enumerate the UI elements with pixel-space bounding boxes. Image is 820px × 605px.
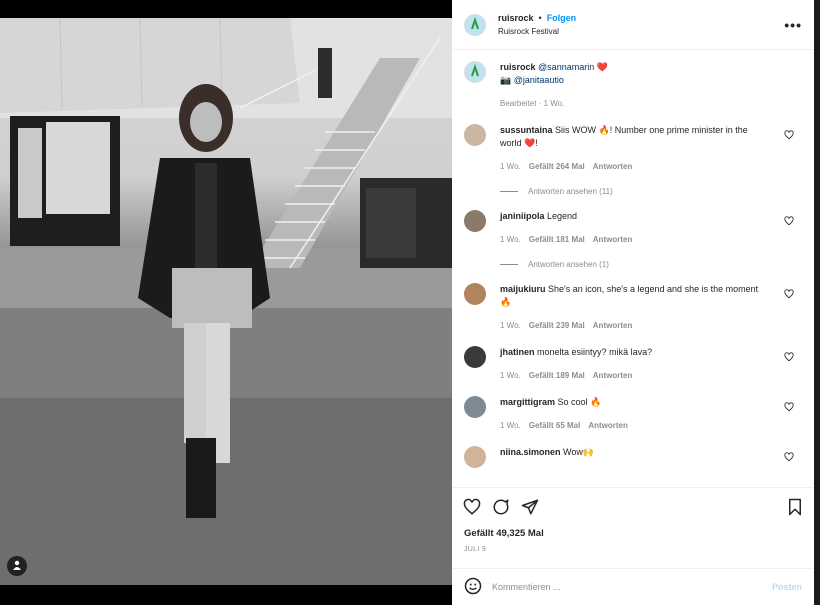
camera-emoji: 📷	[500, 75, 512, 85]
comment-time[interactable]: 1 Wo.	[500, 419, 521, 432]
comment-likes[interactable]: Gefällt 65 Mal	[529, 419, 581, 432]
username-link[interactable]: ruisrock	[498, 11, 534, 25]
bookmark-icon[interactable]	[787, 498, 803, 518]
caption: ruisrock @sannamarin ❤️ 📷 @janitaautio B…	[464, 61, 802, 110]
comment-username[interactable]: margittigram	[500, 397, 555, 407]
post-button[interactable]: Posten	[772, 582, 802, 592]
comments-list[interactable]: ruisrock @sannamarin ❤️ 📷 @janitaautio B…	[452, 51, 814, 487]
avatar[interactable]	[464, 446, 486, 468]
comment-likes[interactable]: Gefällt 239 Mal	[529, 319, 585, 332]
list-item: sussuntaina Siis WOW 🔥! Number one prime…	[464, 124, 802, 173]
reply-button[interactable]: Antworten	[593, 319, 633, 332]
comment-likes[interactable]: Gefällt 264 Mal	[529, 160, 585, 173]
comment-likes[interactable]: Gefällt 181 Mal	[529, 233, 585, 246]
user-tag-icon	[12, 560, 22, 572]
view-replies-button[interactable]: Antworten ansehen (1)	[500, 260, 802, 269]
comment-username[interactable]: janiniipola	[500, 211, 545, 221]
list-item: jhatinen monelta esiintyy? mikä lava? 1 …	[464, 346, 802, 382]
list-item: margittigram So cool 🔥 1 Wo. Gefällt 65 …	[464, 396, 802, 432]
post-date: JULI 9	[464, 546, 487, 553]
reply-button[interactable]: Antworten	[593, 160, 633, 173]
avatar[interactable]	[464, 396, 486, 418]
view-replies-label: Antworten ansehen (1)	[528, 260, 609, 269]
comment-username[interactable]: maijukiuru	[500, 284, 546, 294]
avatar[interactable]	[464, 210, 486, 232]
list-item: janiniipola Legend 1 Wo. Gefällt 181 Mal…	[464, 210, 802, 246]
location-link[interactable]: Ruisrock Festival	[498, 25, 576, 39]
share-icon[interactable]	[521, 498, 539, 518]
post-sidebar: ruisrock • Folgen Ruisrock Festival ••• …	[452, 0, 814, 605]
comment-input[interactable]	[492, 582, 772, 592]
comment-text: monelta esiintyy? mikä lava?	[537, 347, 653, 357]
avatar[interactable]	[464, 346, 486, 368]
comment-username[interactable]: sussuntaina	[500, 125, 553, 135]
comment-likes[interactable]: Gefällt 189 Mal	[529, 369, 585, 382]
more-icon[interactable]: •••	[784, 17, 802, 33]
comment-box: Posten	[452, 568, 814, 605]
heart-icon[interactable]	[784, 289, 794, 301]
heart-icon[interactable]	[463, 498, 481, 518]
view-replies-label: Antworten ansehen (11)	[528, 187, 613, 196]
reply-button[interactable]: Antworten	[588, 419, 628, 432]
comment-time[interactable]: 1 Wo.	[500, 319, 521, 332]
emoji-icon[interactable]	[464, 577, 482, 597]
comment-time[interactable]: 1 Wo.	[500, 233, 521, 246]
heart-icon[interactable]	[784, 452, 794, 464]
list-item: maijukiuru She's an icon, she's a legend…	[464, 283, 802, 332]
list-item: niina.simonen Wow🙌	[464, 446, 802, 468]
heart-icon[interactable]	[784, 130, 794, 142]
avatar[interactable]	[464, 61, 486, 83]
avatar[interactable]	[464, 283, 486, 305]
avatar[interactable]	[464, 124, 486, 146]
reply-button[interactable]: Antworten	[593, 369, 633, 382]
heart-emoji: ❤️	[596, 62, 608, 72]
comment-text: So cool 🔥	[557, 397, 602, 407]
comment-time[interactable]: 1 Wo.	[500, 160, 521, 173]
comment-username[interactable]: jhatinen	[500, 347, 535, 357]
comment-time[interactable]: 1 Wo.	[500, 369, 521, 382]
user-tag-button[interactable]	[7, 556, 27, 576]
post-photo	[0, 18, 452, 585]
mention-link[interactable]: @janitaautio	[514, 75, 564, 85]
view-replies-button[interactable]: Antworten ansehen (11)	[500, 187, 802, 196]
comment-text: Legend	[547, 211, 578, 221]
post-header: ruisrock • Folgen Ruisrock Festival •••	[452, 0, 814, 50]
separator-dot: •	[538, 12, 542, 23]
likes-count[interactable]: Gefällt 49,325 Mal	[464, 528, 544, 539]
comment-icon[interactable]	[492, 498, 510, 518]
heart-icon[interactable]	[784, 402, 794, 414]
mention-link[interactable]: @sannamarin	[538, 62, 594, 72]
caption-username[interactable]: ruisrock	[500, 62, 536, 72]
post-media[interactable]	[0, 0, 452, 605]
comment-username[interactable]: niina.simonen	[500, 447, 561, 457]
avatar[interactable]	[464, 13, 486, 36]
heart-icon[interactable]	[784, 216, 794, 228]
follow-button[interactable]: Folgen	[547, 11, 577, 25]
comment-text: Wow🙌	[563, 447, 595, 457]
heart-icon[interactable]	[784, 352, 794, 364]
window-edge	[814, 0, 820, 605]
caption-meta: Bearbeitet · 1 Wo.	[500, 99, 565, 108]
reply-button[interactable]: Antworten	[593, 233, 633, 246]
action-bar	[452, 487, 814, 527]
